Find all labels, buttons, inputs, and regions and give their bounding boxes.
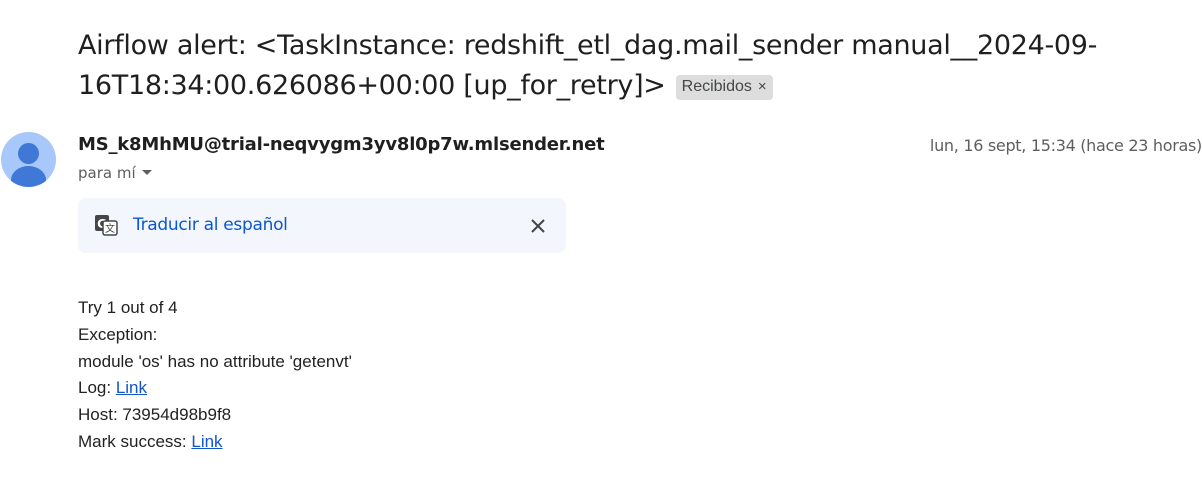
sender-avatar[interactable]: [1, 132, 56, 187]
mark-success-line: Mark success: Link: [78, 429, 352, 456]
avatar-head: [18, 143, 39, 164]
recipient-text: para mí: [78, 164, 136, 182]
try-line: Try 1 out of 4: [78, 298, 178, 317]
translate-icon: G 文: [95, 215, 118, 236]
exception-text: module 'os' has no attribute 'getenvt': [78, 351, 352, 371]
sender-address[interactable]: MS_k8MhMU@trial-neqvygm3yv8l0p7w.mlsende…: [78, 134, 605, 155]
mark-success-link[interactable]: Link: [191, 432, 222, 451]
inbox-label-text: Recibidos: [681, 78, 752, 95]
translate-link[interactable]: Traducir al español: [133, 215, 288, 235]
log-label: Log:: [78, 378, 116, 398]
email-subject: Airflow alert: <TaskInstance: redshift_e…: [78, 26, 1188, 106]
exception-label: Exception:: [78, 324, 158, 344]
chevron-down-icon: [141, 170, 152, 175]
close-icon[interactable]: [528, 216, 548, 236]
subject-text: Airflow alert: <TaskInstance: redshift_e…: [78, 30, 1098, 101]
inbox-label-chip[interactable]: Recibidos ×: [675, 75, 773, 100]
translate-bar: G 文 Traducir al español: [78, 198, 566, 253]
remove-label-button[interactable]: ×: [758, 78, 767, 95]
host-line: Host: 73954d98b9f8: [78, 405, 232, 425]
recipient-dropdown[interactable]: para mí: [78, 164, 152, 182]
svg-text:文: 文: [105, 222, 115, 235]
avatar-body: [11, 166, 46, 187]
mark-success-label: Mark success:: [78, 431, 192, 451]
log-link[interactable]: Link: [116, 378, 147, 397]
log-line: Log: Link: [78, 375, 352, 402]
email-date: lun, 16 sept, 15:34 (hace 23 horas): [929, 136, 1202, 155]
email-body: Try 1 out of 4 Exception: module 'os' ha…: [78, 295, 352, 456]
